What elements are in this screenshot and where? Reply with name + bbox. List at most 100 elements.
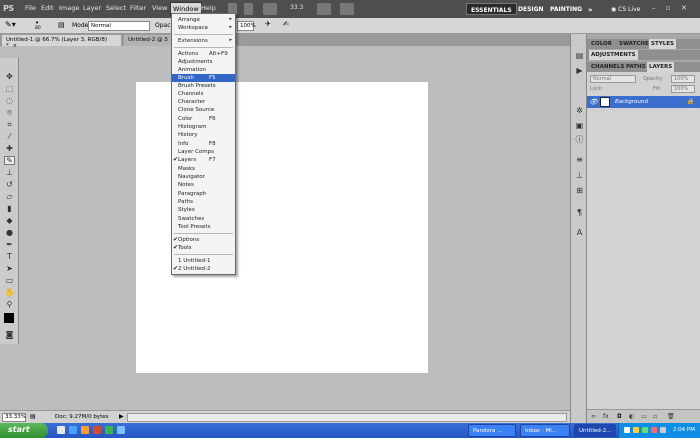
menu-item-histogram[interactable]: Histogram (172, 123, 235, 131)
adjustment-layer-icon[interactable]: ◐ (629, 413, 634, 420)
clone-stamp-tool-icon[interactable]: ⊥ (4, 168, 15, 177)
workspace-essentials[interactable]: ESSENTIALS (466, 3, 517, 15)
menu-item-character[interactable]: Character (172, 98, 235, 106)
menu-item-history[interactable]: History (172, 131, 235, 139)
menu-item-styles[interactable]: Styles (172, 206, 235, 214)
clone-source-panel-icon[interactable]: ⊥ (574, 171, 585, 180)
menu-item-layer-comps[interactable]: Layer Comps (172, 148, 235, 156)
marquee-tool-icon[interactable]: ⬚ (4, 84, 15, 93)
media-icon[interactable] (93, 426, 101, 434)
airbrush-icon[interactable]: ✈ (265, 20, 271, 28)
character-panel-icon[interactable]: A (574, 228, 585, 237)
flow-field[interactable]: 100% (237, 21, 256, 31)
adjustments-panel-icon[interactable]: ✲ (574, 106, 585, 115)
menu-item-untitled-1[interactable]: 1 Untitled-1 (172, 257, 235, 265)
paragraph-panel-icon[interactable]: ¶ (574, 208, 585, 217)
menu-item-animation[interactable]: Animation (172, 66, 235, 74)
path-select-tool-icon[interactable]: ➤ (4, 264, 15, 273)
arrange-documents-icon[interactable] (317, 3, 331, 15)
spot-healing-tool-icon[interactable]: ✚ (4, 144, 15, 153)
menu-image[interactable]: Image (59, 4, 79, 12)
menu-view[interactable]: View (152, 4, 167, 12)
brush-panel-icon[interactable]: ▤ (58, 21, 65, 29)
gradient-tool-icon[interactable]: ▮ (4, 204, 15, 213)
brush-panel-icon[interactable]: ≡ (574, 155, 585, 164)
close-icon[interactable]: ✕ (681, 4, 687, 12)
launch-minibridge-icon[interactable] (244, 3, 253, 15)
show-desktop-icon[interactable] (57, 426, 65, 434)
menu-item-workspace[interactable]: Workspace ▸ (172, 24, 235, 32)
tab-styles[interactable]: STYLES (649, 39, 676, 49)
menu-item-navigator[interactable]: Navigator (172, 173, 235, 181)
menu-item-color[interactable]: Color F6 (172, 115, 235, 123)
menu-item-masks[interactable]: Masks (172, 165, 235, 173)
zoom-tool-icon[interactable]: ⚲ (4, 300, 15, 309)
tab-close-icon[interactable]: × (13, 43, 17, 49)
quick-select-tool-icon[interactable]: ⌾ (4, 108, 15, 117)
crop-tool-icon[interactable]: ⌗ (4, 120, 15, 129)
tab-adjustments[interactable]: ADJUSTMENTS (589, 50, 638, 60)
brush-tool-preset-icon[interactable]: ✎▾ (5, 20, 16, 29)
quick-mask-icon[interactable]: ◙ (4, 330, 15, 339)
workspace-painting[interactable]: PAINTING (546, 3, 586, 15)
menu-item-notes[interactable]: Notes (172, 181, 235, 189)
pen-tool-icon[interactable]: ✒ (4, 240, 15, 249)
pressure-icon[interactable]: ✍ (283, 20, 289, 28)
minimize-icon[interactable]: – (652, 4, 656, 12)
menu-file[interactable]: File (25, 4, 36, 12)
blur-tool-icon[interactable]: ◆ (4, 216, 15, 225)
eye-icon[interactable]: 👁 (589, 98, 598, 106)
history-brush-tool-icon[interactable]: ↺ (4, 180, 15, 189)
start-button[interactable]: start (0, 423, 48, 438)
layer-row-background[interactable]: 👁 Background 🔒 (587, 96, 700, 108)
status-icon[interactable]: ▤ (30, 413, 36, 420)
type-tool-icon[interactable]: T (4, 252, 15, 261)
brush-tool-icon[interactable]: ✎ (4, 156, 15, 165)
menu-item-tool-presets[interactable]: Tool Presets (172, 223, 235, 231)
menu-item-clone-source[interactable]: Clone Source (172, 106, 235, 114)
menu-layer[interactable]: Layer (83, 4, 101, 12)
tray-icon[interactable] (624, 427, 630, 433)
status-menu-arrow-icon[interactable]: ▶ (119, 413, 124, 420)
restore-icon[interactable]: ▫ (666, 4, 671, 12)
navigator-panel-icon[interactable]: ▣ (574, 121, 585, 130)
view-extras-icon[interactable] (263, 3, 277, 15)
menu-item-channels[interactable]: Channels (172, 90, 235, 98)
shape-tool-icon[interactable]: ▭ (4, 276, 15, 285)
menu-item-actions[interactable]: Actions Alt+F9 (172, 50, 235, 58)
menu-filter[interactable]: Filter (130, 4, 146, 12)
app-icon[interactable] (105, 426, 113, 434)
menu-item-options[interactable]: ✔ Options (172, 236, 235, 244)
link-layers-icon[interactable]: ∞ (591, 413, 596, 420)
cs-live-button[interactable]: ◉ CS Live (607, 3, 644, 15)
info-panel-icon[interactable]: ⓘ (574, 135, 585, 144)
tab-untitled-1[interactable]: Untitled-1 @ 66.7% (Layer 3, RGB/8) * × (2, 35, 121, 49)
task-pandora[interactable]: Pandora ... (468, 424, 516, 437)
firefox-icon[interactable] (81, 426, 89, 434)
dodge-tool-icon[interactable]: ● (4, 228, 15, 237)
delete-layer-icon[interactable]: 🗑 (667, 413, 675, 420)
tray-icon[interactable] (651, 427, 657, 433)
menu-item-extensions[interactable]: Extensions ▸ (172, 37, 235, 45)
zoom-field[interactable]: 33.33% (2, 413, 26, 422)
menu-item-paths[interactable]: Paths (172, 198, 235, 206)
menu-edit[interactable]: Edit (41, 4, 54, 12)
menu-item-swatches[interactable]: Swatches (172, 215, 235, 223)
layer-style-icon[interactable]: fx (603, 413, 609, 420)
new-layer-icon[interactable]: ▫ (653, 413, 657, 420)
mode-select[interactable]: Normal (88, 21, 150, 31)
screen-mode-icon[interactable] (340, 3, 354, 15)
tab-layers[interactable]: LAYERS (647, 62, 675, 72)
eraser-tool-icon[interactable]: ▱ (4, 192, 15, 201)
actions-panel-icon[interactable]: ▶ (574, 66, 585, 75)
tool-presets-panel-icon[interactable]: ⊞ (574, 186, 585, 195)
eyedropper-tool-icon[interactable]: ⁄ (4, 132, 15, 141)
workspace-design[interactable]: DESIGN (514, 3, 548, 15)
tray-icon[interactable] (642, 427, 648, 433)
foreground-color-swatch[interactable] (4, 313, 14, 323)
clock[interactable]: 2:04 PM (673, 427, 695, 433)
menu-item-layers[interactable]: ✔ Layers F7 (172, 156, 235, 164)
horizontal-scrollbar[interactable] (127, 413, 567, 422)
move-tool-icon[interactable]: ✥ (4, 72, 15, 81)
menu-item-tools[interactable]: ✔ Tools (172, 244, 235, 252)
